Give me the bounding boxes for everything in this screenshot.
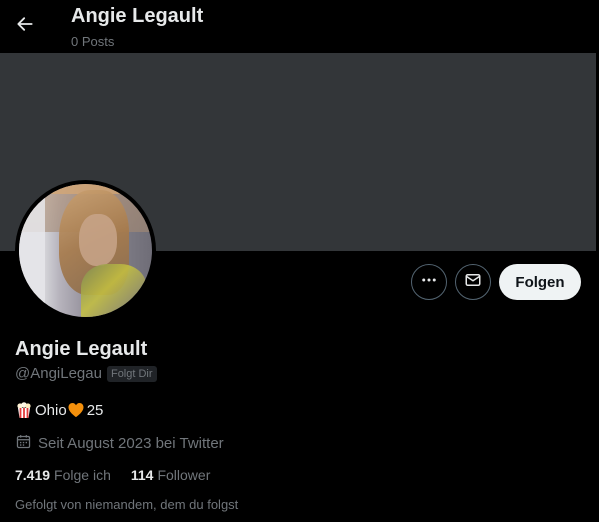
profile-stats: 7.419 Folge ich 114 Follower — [15, 467, 210, 483]
envelope-icon — [464, 271, 482, 294]
following-link[interactable]: 7.419 Folge ich — [15, 467, 111, 483]
display-name: Angie Legault — [15, 338, 148, 360]
follow-button[interactable]: Folgen — [499, 264, 581, 300]
followers-count: 114 — [130, 467, 154, 483]
post-count: 0 Posts — [71, 34, 115, 49]
following-count: 7.419 — [15, 467, 51, 483]
back-button[interactable] — [8, 9, 42, 43]
calendar-icon — [15, 433, 32, 454]
orange-heart-icon — [67, 401, 85, 419]
handle-row: @AngiLegau Folgt Dir — [15, 365, 157, 382]
follows-you-badge: Folgt Dir — [106, 365, 157, 382]
profile-header: Angie Legault 0 Posts — [0, 0, 599, 53]
followers-label: Follower — [157, 467, 211, 483]
popcorn-icon — [15, 401, 33, 419]
join-date: Seit August 2023 bei Twitter — [15, 433, 224, 454]
avatar[interactable] — [15, 180, 156, 321]
arrow-left-icon — [15, 14, 35, 39]
followers-link[interactable]: 114 Follower — [131, 467, 211, 483]
followed-by-text: Gefolgt von niemandem, dem du folgst — [15, 497, 239, 512]
handle: @AngiLegau — [15, 365, 102, 382]
bio-text-location: Ohio — [35, 401, 67, 419]
header-title: Angie Legault — [71, 5, 204, 27]
join-date-text: Seit August 2023 bei Twitter — [38, 435, 224, 452]
following-label: Folge ich — [54, 467, 111, 483]
avatar-image — [19, 184, 152, 317]
more-horizontal-icon — [420, 271, 438, 294]
bio: Ohio 25 — [15, 401, 103, 419]
message-button[interactable] — [455, 264, 491, 300]
bio-text-age: 25 — [86, 401, 104, 419]
more-button[interactable] — [411, 264, 447, 300]
